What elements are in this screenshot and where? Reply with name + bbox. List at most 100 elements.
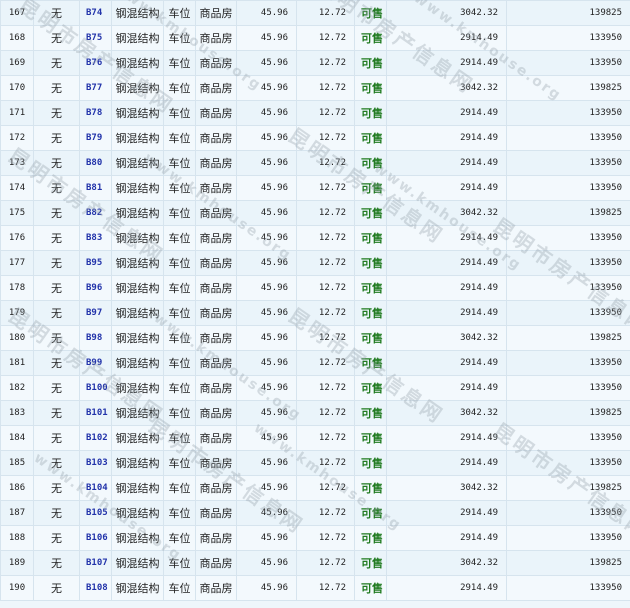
room-number-cell[interactable]: B108 [79,575,112,601]
record-mark-cell: 无 [33,150,80,176]
room-number-cell[interactable]: B80 [79,150,112,176]
total-price-cell: 133950 [506,500,630,526]
record-mark-cell: 无 [33,50,80,76]
total-price-cell: 133950 [506,225,630,251]
room-number-cell[interactable]: B98 [79,325,112,351]
sale-status-cell: 可售 [354,50,387,76]
room-number-cell[interactable]: B107 [79,550,112,576]
house-type-cell: 商品房 [195,275,237,301]
sale-status-cell: 可售 [354,225,387,251]
building-area-cell: 45.96 [236,475,297,501]
structure-cell: 钢混结构 [111,200,164,226]
structure-cell: 钢混结构 [111,450,164,476]
building-area-cell: 45.96 [236,400,297,426]
room-number-cell[interactable]: B95 [79,250,112,276]
record-mark-cell: 无 [33,375,80,401]
room-number-cell[interactable]: B75 [79,25,112,51]
sale-status-cell: 可售 [354,500,387,526]
record-mark-cell: 无 [33,0,80,26]
table-row: 183 无 B101 钢混结构 车位 商品房 45.96 12.72 可售 3042.32 1398… [0,400,630,426]
shared-area-cell: 12.72 [296,275,355,301]
unit-price-cell: 3042.32 [386,0,507,26]
total-price-cell: 139825 [506,75,630,101]
house-type-cell: 商品房 [195,0,237,26]
room-number-cell[interactable]: B99 [79,350,112,376]
room-number-cell[interactable]: B97 [79,300,112,326]
structure-cell: 钢混结构 [111,75,164,101]
house-type-cell: 商品房 [195,350,237,376]
room-number-cell[interactable]: B77 [79,75,112,101]
row-number-cell: 182 [0,375,34,401]
room-number-cell[interactable]: B76 [79,50,112,76]
structure-cell: 钢混结构 [111,525,164,551]
unit-price-cell: 2914.49 [386,25,507,51]
unit-price-cell: 2914.49 [386,450,507,476]
shared-area-cell: 12.72 [296,75,355,101]
sale-status-cell: 可售 [354,100,387,126]
usage-cell: 车位 [163,525,196,551]
house-type-cell: 商品房 [195,550,237,576]
record-mark-cell: 无 [33,400,80,426]
unit-price-cell: 2914.49 [386,350,507,376]
room-number-cell[interactable]: B101 [79,400,112,426]
building-area-cell: 45.96 [236,525,297,551]
house-type-cell: 商品房 [195,500,237,526]
total-price-cell: 139825 [506,0,630,26]
structure-cell: 钢混结构 [111,300,164,326]
building-area-cell: 45.96 [236,250,297,276]
room-number-cell[interactable]: B100 [79,375,112,401]
unit-price-cell: 2914.49 [386,150,507,176]
sale-status-cell: 可售 [354,375,387,401]
shared-area-cell: 12.72 [296,450,355,476]
record-mark-cell: 无 [33,500,80,526]
building-area-cell: 45.96 [236,0,297,26]
room-number-cell[interactable]: B79 [79,125,112,151]
building-area-cell: 45.96 [236,350,297,376]
usage-cell: 车位 [163,250,196,276]
room-number-cell[interactable]: B102 [79,425,112,451]
room-number-cell[interactable]: B103 [79,450,112,476]
usage-cell: 车位 [163,575,196,601]
unit-price-cell: 2914.49 [386,275,507,301]
record-mark-cell: 无 [33,525,80,551]
room-number-cell[interactable]: B82 [79,200,112,226]
table-row: 168 无 B75 钢混结构 车位 商品房 45.96 12.72 可售 2914.49 13395… [0,25,630,51]
usage-cell: 车位 [163,200,196,226]
room-number-cell[interactable]: B106 [79,525,112,551]
room-number-cell[interactable]: B105 [79,500,112,526]
usage-cell: 车位 [163,500,196,526]
record-mark-cell: 无 [33,225,80,251]
house-type-cell: 商品房 [195,75,237,101]
room-number-cell[interactable]: B83 [79,225,112,251]
structure-cell: 钢混结构 [111,425,164,451]
usage-cell: 车位 [163,150,196,176]
structure-cell: 钢混结构 [111,475,164,501]
unit-price-cell: 2914.49 [386,375,507,401]
total-price-cell: 133950 [506,125,630,151]
building-area-cell: 45.96 [236,450,297,476]
sale-status-cell: 可售 [354,425,387,451]
total-price-cell: 133950 [506,100,630,126]
room-number-cell[interactable]: B74 [79,0,112,26]
row-number-cell: 179 [0,300,34,326]
building-area-cell: 45.96 [236,375,297,401]
record-mark-cell: 无 [33,125,80,151]
room-number-cell[interactable]: B81 [79,175,112,201]
row-number-cell: 188 [0,525,34,551]
structure-cell: 钢混结构 [111,250,164,276]
room-number-cell[interactable]: B78 [79,100,112,126]
usage-cell: 车位 [163,475,196,501]
room-number-cell[interactable]: B104 [79,475,112,501]
house-type-cell: 商品房 [195,250,237,276]
usage-cell: 车位 [163,400,196,426]
room-number-cell[interactable]: B96 [79,275,112,301]
shared-area-cell: 12.72 [296,400,355,426]
sale-status-cell: 可售 [354,475,387,501]
row-number-cell: 172 [0,125,34,151]
total-price-cell: 133950 [506,575,630,601]
unit-price-cell: 3042.32 [386,325,507,351]
record-mark-cell: 无 [33,200,80,226]
building-area-cell: 45.96 [236,125,297,151]
shared-area-cell: 12.72 [296,575,355,601]
sale-status-cell: 可售 [354,125,387,151]
